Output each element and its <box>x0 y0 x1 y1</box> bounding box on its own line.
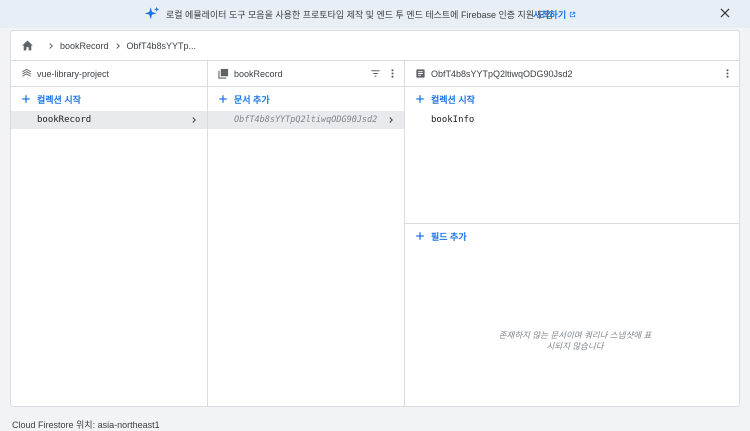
collection-column-header: bookRecord <box>208 61 404 87</box>
close-icon[interactable] <box>718 6 732 20</box>
root-column: vue-library-project 컬렉션 시작 bookRecord <box>11 61 208 406</box>
document-item[interactable]: ObfT4b8sYYTpQ2ltiwqODG90Jsd2 <box>208 111 404 129</box>
document-id: ObfT4b8sYYTpQ2ltiwqODG90Jsd2 <box>431 68 573 79</box>
start-subcollection-button[interactable]: 컬렉션 시작 <box>405 87 739 111</box>
chevron-right-icon <box>115 42 120 49</box>
add-field-label: 필드 추가 <box>431 231 467 242</box>
firestore-location: Cloud Firestore 위치: asia-northeast1 <box>12 420 160 430</box>
open-in-new-icon <box>570 11 576 18</box>
collection-item-label: bookRecord <box>37 115 92 125</box>
start-subcollection-label: 컬렉션 시작 <box>431 94 475 105</box>
breadcrumb-collection[interactable]: bookRecord <box>60 41 109 51</box>
project-name: vue-library-project <box>37 68 110 79</box>
sparkle-icon <box>144 6 160 20</box>
document-fields-section: 필드 추가 존재하지 않는 문서이며 쿼리나 스냅샷에 표시되지 않습니다 <box>405 224 739 406</box>
document-item-label: ObfT4b8sYYTpQ2ltiwqODG90Jsd2 <box>234 115 378 125</box>
more-vert-icon[interactable] <box>387 68 398 79</box>
document-subcollections-section: ObfT4b8sYYTpQ2ltiwqODG90Jsd2 컬렉션 시작 book… <box>405 61 739 224</box>
chevron-right-icon <box>49 42 53 49</box>
filter-icon[interactable] <box>370 68 381 79</box>
nonexistent-document-message: 존재하지 않는 문서이며 쿼리나 스냅샷에 표시되지 않습니다 <box>498 330 652 351</box>
plus-icon <box>416 95 424 103</box>
document-column-header: ObfT4b8sYYTpQ2ltiwqODG90Jsd2 <box>405 61 739 87</box>
project-layers-icon <box>22 68 31 77</box>
root-column-header: vue-library-project <box>11 61 207 87</box>
add-field-button[interactable]: 필드 추가 <box>405 224 739 248</box>
start-collection-label: 컬렉션 시작 <box>37 94 81 105</box>
get-started-link[interactable]: 시작하기 <box>533 8 577 21</box>
breadcrumb-document[interactable]: ObfT4b8sYYTp... <box>127 41 197 51</box>
document-actions <box>722 68 733 79</box>
collection-column: bookRecord 문서 추가 ObfT4b8sYYTpQ2ltiwqODG9… <box>208 61 405 406</box>
breadcrumb: bookRecord ObfT4b8sYYTp... <box>11 31 739 61</box>
start-collection-button[interactable]: 컬렉션 시작 <box>11 87 207 111</box>
collection-name: bookRecord <box>234 68 283 79</box>
subcollection-item-label: bookInfo <box>431 115 475 125</box>
firestore-data-panel: bookRecord ObfT4b8sYYTp... vue-library-p… <box>10 30 740 407</box>
chevron-right-icon <box>192 117 196 123</box>
subcollection-item-bookinfo[interactable]: bookInfo <box>405 111 739 129</box>
plus-icon <box>22 95 30 103</box>
plus-icon <box>219 95 227 103</box>
add-document-button[interactable]: 문서 추가 <box>208 87 404 111</box>
document-icon <box>416 69 425 78</box>
collection-item-bookrecord[interactable]: bookRecord <box>11 111 207 129</box>
chevron-right-icon <box>389 117 393 123</box>
collection-actions <box>370 68 398 79</box>
get-started-label: 시작하기 <box>533 10 567 20</box>
plus-icon <box>416 232 424 240</box>
announcement-banner: 로컬 에뮬레이터 도구 모음을 사용한 프로토타입 제작 및 엔드 투 엔드 테… <box>0 0 750 28</box>
home-icon[interactable] <box>21 39 34 52</box>
document-column: ObfT4b8sYYTpQ2ltiwqODG90Jsd2 컬렉션 시작 book… <box>405 61 739 406</box>
more-vert-icon[interactable] <box>722 68 733 79</box>
banner-text: 로컬 에뮬레이터 도구 모음을 사용한 프로토타입 제작 및 엔드 투 엔드 테… <box>166 10 554 20</box>
collection-icon <box>218 68 229 79</box>
add-document-label: 문서 추가 <box>234 94 270 105</box>
